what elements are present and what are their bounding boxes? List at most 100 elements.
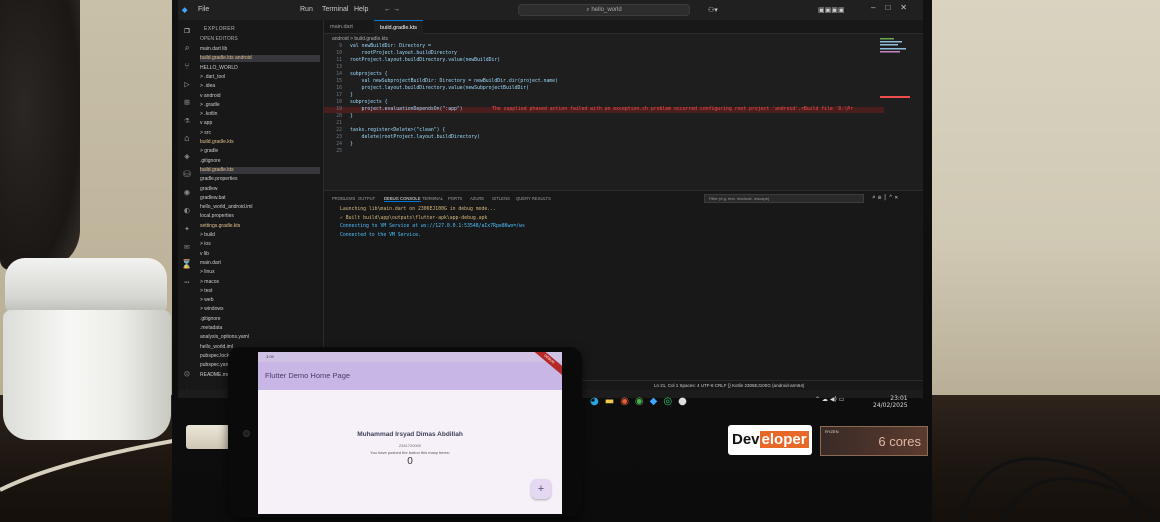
remote-icon[interactable]: ⌂ (181, 134, 193, 144)
tree-item[interactable]: > .gradle (200, 102, 320, 109)
tree-item[interactable]: HELLO_WORLD (200, 65, 320, 72)
more-icon[interactable]: ⋯ (181, 278, 193, 288)
panel-tab[interactable]: DEBUG CONSOLE (384, 196, 421, 202)
source-control-icon[interactable]: ⑂ (181, 62, 193, 72)
command-center-search[interactable]: ⌕ hello_world (518, 4, 690, 16)
panel-tab[interactable]: GITLENS (492, 196, 510, 201)
tree-item[interactable]: v lib (200, 251, 320, 258)
tree-item[interactable]: main.dart (200, 260, 320, 267)
code-text: tasks.register<Delete>("clean") { (350, 128, 446, 133)
tree-item[interactable]: v android (200, 93, 320, 100)
tree-item[interactable]: .gitignore (200, 316, 320, 323)
tree-item[interactable]: > windows (200, 306, 320, 313)
code-line[interactable]: 19 project.evaluationDependsOn(":app") Th… (324, 107, 884, 113)
editor-tab[interactable]: build.gradle.kts (374, 20, 423, 34)
line-number: 17 (336, 93, 342, 98)
tree-item[interactable]: > gradle (200, 148, 320, 155)
tree-item[interactable]: analysis_options.yaml (200, 334, 320, 341)
tree-item[interactable]: build.gradle.kts android (200, 55, 320, 63)
panel-filter-input[interactable]: Filter (e.g. text, !exclude, \escape) (704, 194, 864, 203)
docker-icon[interactable]: ◈ (181, 152, 193, 162)
line-number: 19 (336, 107, 342, 112)
open-editors-header[interactable]: OPEN EDITORS (200, 36, 238, 43)
tree-item[interactable]: > macos (200, 279, 320, 286)
line-number: 14 (336, 72, 342, 77)
panel-actions-icon[interactable]: ⌕≡|⌃✕ (872, 194, 900, 201)
edge-icon[interactable]: ◕ (590, 396, 605, 407)
tree-item[interactable]: > .kotlin (200, 111, 320, 118)
menu-terminal[interactable]: Terminal (322, 6, 348, 13)
tree-item[interactable]: > .idea (200, 83, 320, 90)
tree-item[interactable]: gradle.properties (200, 176, 320, 183)
database-icon[interactable]: ⛁ (181, 170, 193, 180)
window-controls[interactable]: –□✕ (871, 3, 917, 12)
account-icon[interactable]: ☺ (181, 370, 193, 380)
tree-item[interactable]: > linux (200, 269, 320, 276)
tree-item[interactable]: > web (200, 297, 320, 304)
clock[interactable]: 23:01 24/02/2025 (873, 395, 908, 409)
gitlens-icon[interactable]: ◐ (181, 206, 193, 216)
student-id: 2341720000 (398, 443, 422, 448)
tree-item[interactable]: hello_world_android.iml (200, 204, 320, 211)
layout-icons[interactable]: ▣▣▣▣ (818, 6, 844, 14)
accounts-icon[interactable]: ◉ (181, 188, 193, 198)
wall-right (930, 0, 1160, 400)
tree-item[interactable]: gradlew.bat (200, 195, 320, 202)
tree-item[interactable]: > ios (200, 241, 320, 248)
panel-tab[interactable]: OUTPUT (358, 196, 375, 201)
breadcrumb[interactable]: android > build.gradle.kts (324, 34, 923, 44)
menu-run[interactable]: Run (300, 6, 313, 13)
nav-arrows-icon[interactable]: ← → (384, 6, 400, 13)
tree-item[interactable]: > .dart_tool (200, 74, 320, 81)
code-text: val newSubprojectBuildDir: Directory = n… (350, 79, 558, 84)
vscode-taskbar-icon[interactable]: ◆ (650, 396, 664, 407)
tree-item[interactable]: main.dart lib (200, 46, 320, 53)
tree-item[interactable]: settings.gradle.kts (200, 223, 320, 230)
timeline-icon[interactable]: ⌛ (181, 260, 193, 270)
tree-item[interactable]: local.properties (200, 213, 320, 220)
tree-item[interactable]: .gitignore (200, 158, 320, 165)
tree-item[interactable]: > build (200, 232, 320, 239)
whatsapp-icon[interactable]: ◎ (663, 396, 678, 407)
testing-icon[interactable]: ⚗ (181, 116, 193, 126)
code-text: subprojects { (350, 72, 388, 77)
chrome-icon-2[interactable]: ◉ (635, 396, 650, 407)
tree-item[interactable]: build.gradle.kts (200, 139, 320, 146)
tree-item[interactable]: v app (200, 120, 320, 127)
explorer-sidebar: EXPLORER OPEN EDITORS main.dart lib build… (196, 20, 324, 398)
flutter-icon[interactable]: ✦ (181, 224, 193, 234)
tree-item[interactable]: > test (200, 288, 320, 295)
run-debug-icon[interactable]: ▷ (181, 80, 193, 90)
panel-tab[interactable]: AZURE (470, 196, 484, 201)
copilot-icon[interactable]: ⚇▾ (708, 6, 718, 14)
clock-time: 23:01 (890, 395, 908, 402)
editor-tab[interactable]: main.dart (324, 20, 359, 34)
copilot-chat-icon[interactable]: ✉ (181, 242, 193, 252)
panel-tab[interactable]: PORTS (448, 196, 462, 201)
minimap[interactable] (878, 36, 923, 116)
tree-item[interactable]: .metadata (200, 325, 320, 332)
tree-item[interactable]: build.gradle.kts (200, 166, 320, 174)
line-number: 22 (336, 128, 342, 133)
menu-file[interactable]: File (198, 6, 209, 13)
extensions-icon[interactable]: ⊞ (181, 98, 193, 108)
chrome-icon[interactable]: ◉ (620, 396, 635, 407)
panel-tab[interactable]: TERMINAL (422, 196, 443, 201)
usb-cable (0, 436, 191, 492)
clock-date: 24/02/2025 (873, 402, 908, 409)
explorer-icon[interactable]: ❐ (181, 26, 193, 36)
line-number: 25 (336, 149, 342, 154)
search-icon[interactable]: ⌕ (181, 44, 193, 54)
explorer-folder-icon[interactable]: ▬ (605, 396, 620, 407)
menu-help[interactable]: Help (354, 6, 368, 13)
tree-item[interactable]: > src (200, 130, 320, 137)
tree-item[interactable]: gradlew (200, 186, 320, 193)
panel-tab[interactable]: PROBLEMS (332, 196, 355, 201)
increment-fab-button[interactable]: + (531, 479, 551, 499)
tray-icons[interactable]: ⌃ ☁ ◀) ▭ (815, 396, 844, 403)
code-editor[interactable]: 9 val newBuildDir: Directory = 10 rootProj… (324, 44, 884, 190)
code-text: } (350, 114, 353, 119)
panel-tab[interactable]: QUERY RESULTS (516, 196, 551, 201)
explorer-header: EXPLORER (204, 26, 236, 32)
app-icon[interactable]: ● (678, 396, 693, 407)
